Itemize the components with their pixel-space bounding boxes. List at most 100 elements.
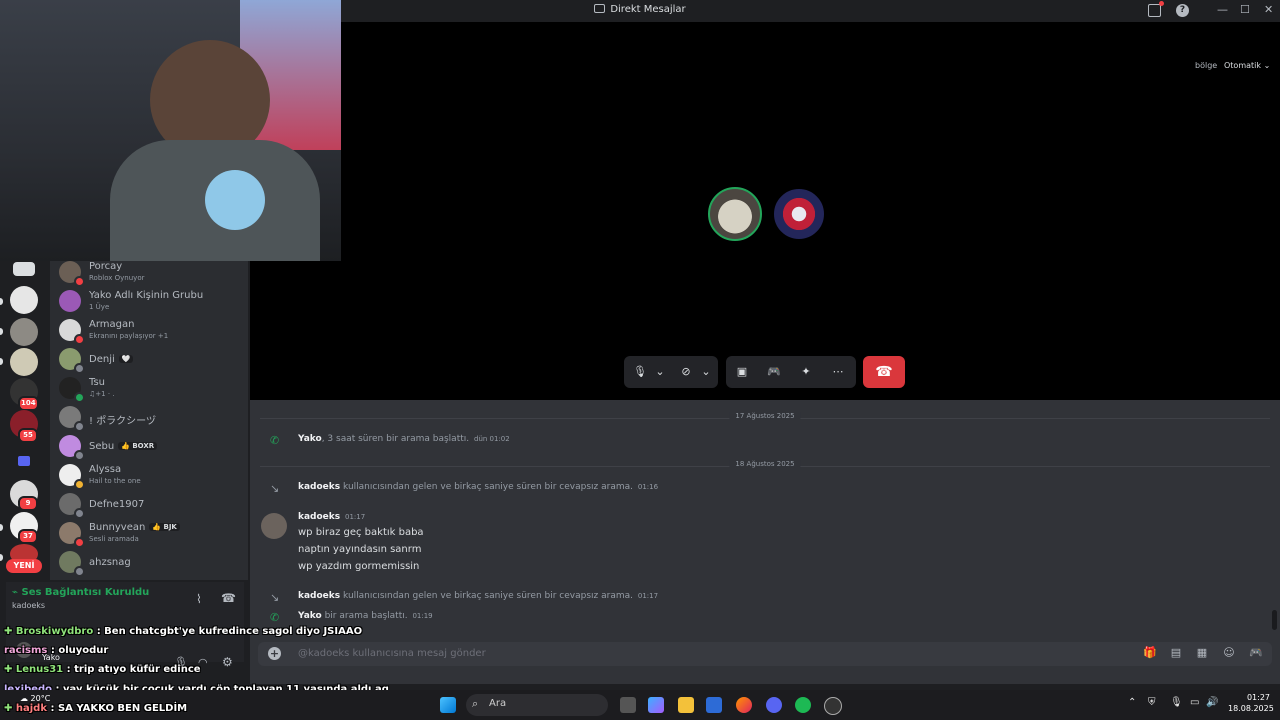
status-indicator	[74, 508, 85, 519]
weather-widget[interactable]: ☁ 20°C	[20, 694, 50, 703]
dm-name-text: Denji	[89, 354, 115, 365]
dm-name-text: Tsu	[89, 377, 106, 388]
unread-indicator	[0, 524, 3, 531]
server-rail: 104 55 9 37	[0, 258, 50, 580]
system-message: kadoeks kullanıcısından gelen ve birkaç …	[298, 591, 658, 601]
status-indicator	[74, 334, 85, 345]
dm-item[interactable]: Alyssa Hail to the one	[58, 462, 244, 490]
dm-item[interactable]: Yako Adlı Kişinin Grubu 1 Üye	[58, 288, 244, 316]
tray-overflow-icon[interactable]: ⌃	[1128, 697, 1136, 708]
activity-gamepad-icon[interactable]: 🎮	[766, 364, 782, 380]
camera-off-icon[interactable]: ⊘	[678, 364, 694, 380]
server-icon[interactable]	[10, 318, 38, 346]
voice-channel-name[interactable]: kadoeks	[12, 601, 45, 610]
dm-item[interactable]: Denji 🤍	[58, 346, 244, 374]
system-message-user[interactable]: kadoeks	[298, 482, 340, 492]
call-participant-avatar-2[interactable]	[772, 187, 826, 241]
unread-indicator	[0, 298, 3, 305]
dm-item[interactable]: Tsu ♫+1 · .	[58, 375, 244, 403]
overlay-chat-text: : SA YAKKO BEN GELDİM	[50, 703, 188, 714]
clock-time[interactable]: 01:27	[1246, 693, 1270, 702]
region-value: Otomatik	[1224, 61, 1262, 70]
security-icon[interactable]: ⛨	[1148, 697, 1156, 708]
task-view-icon[interactable]	[620, 697, 636, 713]
dm-item[interactable]: Armagan Ekranını paylaşıyor +1	[58, 317, 244, 345]
server-badge: 55	[18, 428, 38, 443]
screen-share-icon[interactable]: ▣	[734, 364, 750, 380]
system-message-user[interactable]: Yako	[298, 611, 322, 621]
help-icon[interactable]: ?	[1176, 4, 1189, 17]
soundboard-icon[interactable]: ✦	[798, 364, 814, 380]
hang-up-button[interactable]: ☎	[863, 356, 905, 388]
add-attachment-icon[interactable]: +	[268, 647, 281, 660]
dm-list: Porcay Roblox Oynuyor Yako Adlı Kişinin Gr…	[50, 258, 248, 580]
emoji-icon[interactable]: ☺	[1223, 647, 1235, 659]
sticker-icon[interactable]: ▦	[1196, 647, 1208, 659]
spotify-icon[interactable]	[795, 697, 811, 713]
chevron-down-icon: ⌄	[1263, 61, 1271, 70]
chat-scrollbar[interactable]	[1272, 610, 1277, 630]
dm-activity: ♫+1 · .	[89, 390, 115, 398]
status-indicator	[74, 450, 85, 461]
mic-options-chevron-icon[interactable]: ⌄	[652, 364, 668, 380]
dm-name-text: Alyssa	[89, 464, 122, 475]
dm-name: Armagan	[89, 319, 134, 330]
firefox-icon[interactable]	[736, 697, 752, 713]
overlay-chat-message: ✚ hajdk : SA YAKKO BEN GELDİM	[4, 703, 187, 714]
dm-item[interactable]: Sebu 👍 BOXR	[58, 433, 244, 461]
close-button[interactable]: ✕	[1264, 3, 1273, 16]
dm-item[interactable]: Defne1907	[58, 491, 244, 519]
gif-icon[interactable]: ▤	[1170, 647, 1182, 659]
window-title-text: Direkt Mesajlar	[610, 4, 686, 15]
windows-start-icon[interactable]	[440, 697, 456, 713]
server-icon[interactable]	[10, 286, 38, 314]
message-author[interactable]: kadoeks	[298, 512, 340, 522]
steam-icon[interactable]	[824, 697, 842, 715]
store-icon[interactable]	[706, 697, 722, 713]
dm-activity: 1 Üye	[89, 303, 110, 311]
taskbar-search[interactable]	[466, 694, 608, 716]
display-icon[interactable]: ▭	[1190, 697, 1199, 708]
call-participant-avatar-1[interactable]	[708, 187, 762, 241]
status-indicator	[74, 537, 85, 548]
overlay-chat-message: racisms : oluyodur	[4, 645, 108, 656]
microphone-tray-icon[interactable]: 🎙	[1170, 697, 1183, 708]
dm-item[interactable]: Bunnyvean 👍 BJK Sesli aramada	[58, 520, 244, 548]
camera-options-chevron-icon[interactable]: ⌄	[698, 364, 714, 380]
dm-name: Sebu 👍 BOXR	[89, 441, 158, 452]
folder-icon[interactable]	[18, 456, 30, 466]
volume-icon[interactable]: 🔊	[1206, 697, 1218, 708]
guild-tag: 👍 BOXR	[118, 442, 158, 450]
settings-gear-icon[interactable]: ⚙	[222, 655, 233, 669]
overlay-chat-message: ✚ Broskiwydbro : Ben chatcgbt'ye kufredi…	[4, 626, 362, 637]
gift-icon[interactable]: 🎁	[1143, 647, 1157, 659]
overlay-chat-text: : trip atıyo küfür edince	[66, 664, 201, 675]
system-message-time: 01:17	[637, 592, 659, 600]
app-launcher-icon[interactable]: 🎮	[1249, 647, 1263, 659]
dm-item[interactable]: Porcay Roblox Oynuyor	[58, 259, 244, 287]
maximize-button[interactable]: ☐	[1240, 3, 1250, 16]
inbox-icon[interactable]	[1148, 1, 1164, 17]
discord-icon[interactable]	[766, 697, 782, 713]
system-message-user[interactable]: kadoeks	[298, 591, 340, 601]
dm-item[interactable]: ! ポラクシーヅ	[58, 404, 244, 432]
dm-name: Yako Adlı Kişinin Grubu	[89, 290, 203, 301]
minimize-button[interactable]: —	[1217, 3, 1228, 16]
server-icon[interactable]	[10, 348, 38, 376]
search-icon: ⌕	[472, 697, 479, 710]
system-message-user[interactable]: Yako	[298, 434, 322, 444]
copilot-icon[interactable]	[648, 697, 664, 713]
dm-item[interactable]: ahzsnag	[58, 549, 244, 577]
region-select[interactable]: Otomatik ⌄	[1224, 61, 1270, 70]
file-explorer-icon[interactable]	[678, 697, 694, 713]
new-badge[interactable]: YENİ	[6, 559, 42, 573]
message-line: wp biraz geç baktık baba	[298, 527, 424, 538]
clock-date[interactable]: 18.08.2025	[1228, 704, 1274, 713]
noise-suppression-icon[interactable]: ⌇	[196, 592, 202, 606]
server-icon[interactable]	[13, 262, 35, 276]
call-started-icon: ✆	[270, 434, 280, 447]
message-author-avatar[interactable]	[261, 513, 287, 539]
more-options-icon[interactable]: ⋯	[830, 364, 846, 380]
microphone-icon[interactable]: 🎙	[632, 364, 648, 380]
disconnect-icon[interactable]: ☎	[221, 591, 236, 605]
